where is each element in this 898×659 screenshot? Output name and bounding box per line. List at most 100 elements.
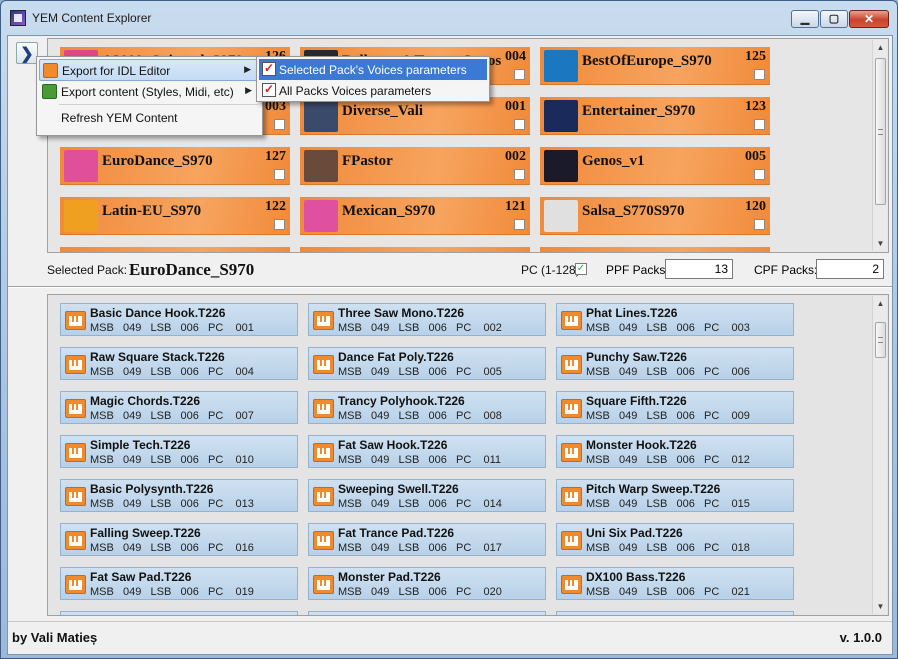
voice-tile[interactable]: Sweeping Swell.T226 MSB 049 LSB 006 PC 01…: [308, 479, 546, 512]
piano-icon: [313, 487, 334, 506]
voice-name: Basic Polysynth.T226: [90, 482, 214, 496]
voice-name: Basic Dance Hook.T226: [90, 306, 226, 320]
voice-tile-partial[interactable]: [556, 611, 794, 615]
voice-meta: MSB 049 LSB 006 PC 006: [586, 366, 750, 378]
submenu-item-selected-pack[interactable]: Selected Pack's Voices parameters: [259, 59, 487, 80]
voice-tile[interactable]: Pitch Warp Sweep.T226 MSB 049 LSB 006 PC …: [556, 479, 794, 512]
voice-tile[interactable]: Monster Hook.T226 MSB 049 LSB 006 PC 012: [556, 435, 794, 468]
piano-icon: [313, 311, 334, 330]
voice-tile[interactable]: Punchy Saw.T226 MSB 049 LSB 006 PC 006: [556, 347, 794, 380]
voice-tile-partial[interactable]: [60, 611, 298, 615]
submenu-item-all-packs[interactable]: All Packs Voices parameters: [259, 80, 487, 101]
pack-thumbnail: [544, 150, 578, 182]
pack-tile[interactable]: FPastor 002: [300, 147, 530, 185]
piano-icon: [561, 575, 582, 594]
scroll-down-icon[interactable]: ▼: [873, 599, 888, 614]
voice-tile-partial[interactable]: [308, 611, 546, 615]
piano-icon: [561, 355, 582, 374]
voice-tile[interactable]: DX100 Bass.T226 MSB 049 LSB 006 PC 021: [556, 567, 794, 600]
pack-checkbox[interactable]: [274, 169, 285, 180]
pack-tile-partial[interactable]: [60, 247, 290, 252]
menu-item-export-content[interactable]: Export content (Styles, Midi, etc) ▶: [39, 81, 260, 103]
piano-icon: [313, 575, 334, 594]
voice-tile[interactable]: Fat Saw Hook.T226 MSB 049 LSB 006 PC 011: [308, 435, 546, 468]
voice-meta: MSB 049 LSB 006 PC 004: [90, 366, 254, 378]
voice-meta: MSB 049 LSB 006 PC 003: [586, 322, 750, 334]
voice-tile[interactable]: Fat Saw Pad.T226 MSB 049 LSB 006 PC 019: [60, 567, 298, 600]
voice-tile[interactable]: Fat Trance Pad.T226 MSB 049 LSB 006 PC 01…: [308, 523, 546, 556]
scroll-down-icon[interactable]: ▼: [873, 236, 888, 251]
voice-tile[interactable]: Falling Sweep.T226 MSB 049 LSB 006 PC 016: [60, 523, 298, 556]
pack-number: 127: [265, 149, 286, 164]
voice-tile[interactable]: Square Fifth.T226 MSB 049 LSB 006 PC 009: [556, 391, 794, 424]
voice-name: Sweeping Swell.T226: [338, 482, 459, 496]
pack-tile[interactable]: EuroDance_S970 127: [60, 147, 290, 185]
pack-checkbox[interactable]: [754, 69, 765, 80]
export-icon: [42, 84, 57, 99]
pack-tile[interactable]: Salsa_S770S970 120: [540, 197, 770, 235]
voices-panel: Basic Dance Hook.T226 MSB 049 LSB 006 PC …: [47, 294, 889, 616]
voice-meta: MSB 049 LSB 006 PC 016: [90, 542, 254, 554]
scroll-up-icon[interactable]: ▲: [873, 40, 888, 55]
piano-icon: [313, 531, 334, 550]
pack-name: Mexican_S970: [342, 203, 436, 219]
pack-tile-partial[interactable]: [300, 247, 530, 252]
pack-checkbox[interactable]: [274, 219, 285, 230]
pack-tile-partial[interactable]: [540, 247, 770, 252]
pack-tile[interactable]: BestOfEurope_S970 125: [540, 47, 770, 85]
pack-checkbox[interactable]: [514, 119, 525, 130]
splitter[interactable]: [8, 286, 892, 288]
scroll-up-icon[interactable]: ▲: [873, 296, 888, 311]
voice-tile[interactable]: Basic Dance Hook.T226 MSB 049 LSB 006 PC …: [60, 303, 298, 336]
voice-tile[interactable]: Dance Fat Poly.T226 MSB 049 LSB 006 PC 00…: [308, 347, 546, 380]
pack-checkbox[interactable]: [274, 119, 285, 130]
maximize-button[interactable]: ▢: [820, 10, 848, 28]
packs-scrollbar[interactable]: ▲ ▼: [872, 40, 887, 251]
close-button[interactable]: ✕: [849, 10, 889, 28]
voice-tile[interactable]: Basic Polysynth.T226 MSB 049 LSB 006 PC 0…: [60, 479, 298, 512]
title-bar[interactable]: YEM Content Explorer ▁ ▢ ✕: [1, 1, 897, 35]
ppf-input[interactable]: 13: [665, 259, 733, 279]
voice-tile[interactable]: Magic Chords.T226 MSB 049 LSB 006 PC 007: [60, 391, 298, 424]
pack-tile[interactable]: Latin-EU_S970 122: [60, 197, 290, 235]
voice-tile[interactable]: Simple Tech.T226 MSB 049 LSB 006 PC 010: [60, 435, 298, 468]
pack-checkbox[interactable]: [514, 219, 525, 230]
voice-meta: MSB 049 LSB 006 PC 007: [90, 410, 254, 422]
scroll-thumb[interactable]: [875, 322, 886, 358]
pack-checkbox[interactable]: [514, 169, 525, 180]
app-icon: [10, 10, 26, 26]
pack-tile[interactable]: Mexican_S970 121: [300, 197, 530, 235]
pack-name: BestOfEurope_S970: [582, 53, 712, 69]
pack-tile[interactable]: Genos_v1 005: [540, 147, 770, 185]
pack-checkbox[interactable]: [754, 219, 765, 230]
voices-scrollbar[interactable]: ▲ ▼: [872, 296, 887, 614]
pack-checkbox[interactable]: [754, 119, 765, 130]
cpf-input[interactable]: 2: [816, 259, 884, 279]
menu-item-label: Export for IDL Editor: [62, 64, 171, 78]
voice-meta: MSB 049 LSB 006 PC 018: [586, 542, 750, 554]
voice-name: Square Fifth.T226: [586, 394, 687, 408]
pack-tile[interactable]: Diverse_Vali 001: [300, 97, 530, 135]
expand-button[interactable]: ❯: [16, 42, 38, 64]
menu-item-refresh[interactable]: Refresh YEM Content: [39, 107, 260, 129]
scroll-thumb[interactable]: [875, 58, 886, 205]
voice-tile[interactable]: Trancy Polyhook.T226 MSB 049 LSB 006 PC 0…: [308, 391, 546, 424]
context-menu: Export for IDL Editor ▶ Export content (…: [36, 56, 263, 136]
voice-tile[interactable]: Raw Square Stack.T226 MSB 049 LSB 006 PC …: [60, 347, 298, 380]
menu-item-export-idl[interactable]: Export for IDL Editor ▶: [39, 59, 260, 81]
pack-checkbox[interactable]: [754, 169, 765, 180]
checklist-icon: [262, 82, 276, 97]
piano-icon: [561, 443, 582, 462]
voice-tile[interactable]: Uni Six Pad.T226 MSB 049 LSB 006 PC 018: [556, 523, 794, 556]
piano-icon: [313, 443, 334, 462]
voice-tile[interactable]: Phat Lines.T226 MSB 049 LSB 006 PC 003: [556, 303, 794, 336]
voice-tile[interactable]: Monster Pad.T226 MSB 049 LSB 006 PC 020: [308, 567, 546, 600]
voice-tile[interactable]: Three Saw Mono.T226 MSB 049 LSB 006 PC 00…: [308, 303, 546, 336]
pack-tile[interactable]: Entertainer_S970 123: [540, 97, 770, 135]
minimize-button[interactable]: ▁: [791, 10, 819, 28]
pc-checkbox[interactable]: ✓: [575, 263, 587, 275]
chevron-right-icon: ❯: [20, 46, 34, 63]
pack-checkbox[interactable]: [514, 69, 525, 80]
pack-number: 125: [745, 49, 766, 64]
close-icon: ✕: [863, 12, 875, 26]
